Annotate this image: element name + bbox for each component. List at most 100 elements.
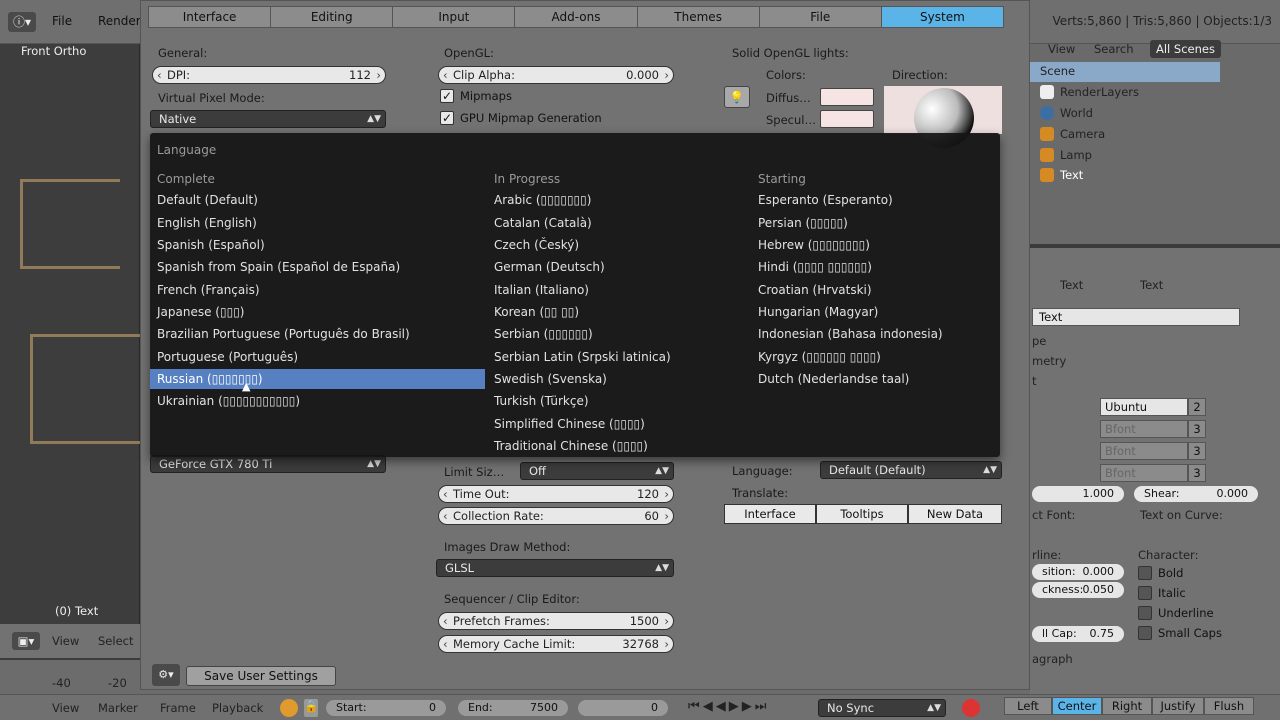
memory-cache-field[interactable]: Memory Cache Limit: 32768	[438, 635, 674, 653]
viewport-view-menu[interactable]: View	[52, 634, 79, 648]
props-breadcrumb-2[interactable]: Text	[1140, 278, 1163, 292]
collection-rate-field[interactable]: Collection Rate: 60	[438, 507, 674, 525]
size-field[interactable]: 1.000	[1032, 486, 1124, 502]
text-datablock-field[interactable]: Text	[1032, 308, 1240, 326]
outliner-item-text[interactable]: Text	[1040, 168, 1083, 182]
language-option[interactable]: Kyrgyz (▯▯▯▯▯▯ ▯▯▯▯)	[751, 347, 996, 367]
language-option[interactable]: French (Français)	[150, 280, 485, 300]
language-option[interactable]: Croatian (Hrvatski)	[751, 280, 996, 300]
tab-file[interactable]: File	[758, 6, 881, 28]
language-option[interactable]: Italian (Italiano)	[487, 280, 749, 300]
prefetch-frames-field[interactable]: Prefetch Frames: 1500	[438, 612, 674, 630]
specular-color-swatch[interactable]	[820, 110, 874, 128]
timeline-playback-menu[interactable]: Playback	[212, 701, 263, 715]
language-option[interactable]: Catalan (Català)	[487, 213, 749, 233]
gpu-mipmap-checkbox[interactable]: ✓ GPU Mipmap Generation	[440, 111, 602, 125]
language-option[interactable]: Hebrew (▯▯▯▯▯▯▯▯)	[751, 235, 996, 255]
language-option[interactable]: Spanish from Spain (Español de España)	[150, 257, 485, 277]
language-option[interactable]: Arabic (▯▯▯▯▯▯▯)	[487, 190, 749, 210]
outliner-search-menu[interactable]: Search	[1094, 42, 1134, 56]
language-option[interactable]: Czech (Český)	[487, 235, 749, 255]
paragraph-panel[interactable]: agraph	[1032, 652, 1073, 666]
language-option[interactable]: Indonesian (Bahasa indonesia)	[751, 324, 996, 344]
file-menu[interactable]: File	[52, 14, 72, 28]
timeline-frame-menu[interactable]: Frame	[160, 701, 196, 715]
sync-mode-dropdown[interactable]: No Sync ▲▼	[818, 699, 946, 717]
props-breadcrumb-1[interactable]: Text	[1060, 278, 1083, 292]
outliner-item-renderlayers[interactable]: RenderLayers	[1040, 85, 1139, 99]
language-option-selected[interactable]: Russian (▯▯▯▯▯▯▯)	[150, 369, 485, 389]
language-option[interactable]: Ukrainian (▯▯▯▯▯▯▯▯▯▯▯)	[150, 391, 485, 411]
playback-controls[interactable]: ⏮◀◀▶▶⏭	[688, 699, 769, 714]
current-frame-field[interactable]: 0	[578, 700, 668, 716]
language-option[interactable]: Hindi (▯▯▯▯ ▯▯▯▯▯▯)	[751, 257, 996, 277]
underline-position-field[interactable]: sition: 0.000	[1032, 564, 1124, 580]
language-option[interactable]: Hungarian (Magyar)	[751, 302, 996, 322]
language-option[interactable]: Traditional Chinese (▯▯▯▯)	[487, 436, 749, 456]
viewport-select-menu[interactable]: Select	[98, 634, 133, 648]
outliner-view-menu[interactable]: View	[1048, 42, 1075, 56]
align-flush-button[interactable]: Flush	[1204, 697, 1254, 715]
translate-interface-button[interactable]: Interface	[724, 504, 816, 524]
language-option[interactable]: Simplified Chinese (▯▯▯▯)	[487, 414, 749, 434]
language-option[interactable]: Serbian (▯▯▯▯▯▯)	[487, 324, 749, 344]
bold-checkbox[interactable]: Bold	[1138, 566, 1183, 580]
timeline-view-menu[interactable]: View	[52, 701, 79, 715]
align-right-button[interactable]: Right	[1102, 697, 1152, 715]
small-caps-scale-field[interactable]: ll Cap: 0.75	[1032, 626, 1124, 642]
language-option[interactable]: English (English)	[150, 213, 485, 233]
language-option[interactable]: German (Deutsch)	[487, 257, 749, 277]
panel-shape[interactable]: pe	[1032, 334, 1046, 348]
tab-editing[interactable]: Editing	[270, 6, 393, 28]
tab-themes[interactable]: Themes	[636, 6, 759, 28]
align-center-button[interactable]: Center	[1052, 697, 1102, 715]
tab-input[interactable]: Input	[392, 6, 515, 28]
italic-checkbox[interactable]: Italic	[1138, 586, 1186, 600]
outliner-item-scene[interactable]: Scene	[1040, 64, 1075, 78]
save-user-settings-button[interactable]: Save User Settings	[186, 666, 336, 686]
language-option[interactable]: Esperanto (Esperanto)	[751, 190, 996, 210]
align-left-button[interactable]: Left	[1004, 697, 1052, 715]
language-option[interactable]: Brazilian Portuguese (Português do Brasi…	[150, 324, 485, 344]
keying-set-icon[interactable]	[280, 699, 298, 717]
language-option[interactable]: Serbian Latin (Srpski latinica)	[487, 347, 749, 367]
images-draw-dropdown[interactable]: GLSL ▲▼	[436, 559, 674, 577]
font-bold-italic[interactable]: Bfont	[1100, 464, 1188, 482]
tab-addons[interactable]: Add-ons	[514, 6, 637, 28]
diffuse-color-swatch[interactable]	[820, 88, 874, 106]
limit-size-dropdown[interactable]: Off ▲▼	[520, 462, 674, 480]
3d-viewport[interactable]: Front Ortho (0) Text	[0, 44, 140, 624]
language-option[interactable]: Japanese (▯▯▯)	[150, 302, 485, 322]
tab-interface[interactable]: Interface	[148, 6, 271, 28]
timeline-marker-menu[interactable]: Marker	[98, 701, 138, 715]
outliner-item-world[interactable]: World	[1040, 106, 1093, 120]
render-menu[interactable]: Render	[98, 14, 141, 28]
panel-geometry[interactable]: metry	[1032, 354, 1066, 368]
language-option[interactable]: Turkish (Türkçe)	[487, 391, 749, 411]
language-option[interactable]: Korean (▯▯ ▯▯)	[487, 302, 749, 322]
lock-icon[interactable]: 🔒	[304, 699, 318, 717]
compute-device-dropdown[interactable]: GeForce GTX 780 Ti ▲▼	[150, 455, 386, 473]
font-bold[interactable]: Bfont	[1100, 420, 1188, 438]
clip-alpha-field[interactable]: Clip Alpha: 0.000	[438, 66, 674, 84]
language-option[interactable]: Default (Default)	[150, 190, 485, 210]
light-direction-widget[interactable]	[884, 86, 1002, 148]
record-icon[interactable]	[962, 699, 980, 717]
language-dropdown[interactable]: Default (Default) ▲▼	[820, 461, 1002, 479]
language-option[interactable]: Persian (▯▯▯▯▯)	[751, 213, 996, 233]
mipmaps-checkbox[interactable]: ✓ Mipmaps	[440, 89, 512, 103]
outliner-filter[interactable]: All Scenes	[1150, 40, 1221, 58]
underline-thickness-field[interactable]: ckness: 0.050	[1032, 582, 1124, 598]
language-option[interactable]: Portuguese (Português)	[150, 347, 485, 367]
info-editor-icon[interactable]: ⓘ▾	[8, 12, 36, 32]
outliner-item-lamp[interactable]: Lamp	[1040, 148, 1092, 162]
dpi-field[interactable]: DPI: 112	[152, 66, 386, 84]
light-bulb-icon[interactable]: 💡	[724, 86, 750, 108]
tab-system[interactable]: System	[880, 6, 1004, 28]
translate-tooltips-button[interactable]: Tooltips	[816, 504, 908, 524]
end-frame-field[interactable]: End: 7500	[458, 700, 568, 716]
small-caps-checkbox[interactable]: Small Caps	[1138, 626, 1222, 640]
font-regular[interactable]: Ubuntu	[1100, 398, 1188, 416]
outliner-item-camera[interactable]: Camera	[1040, 127, 1105, 141]
translate-new-data-button[interactable]: New Data	[908, 504, 1002, 524]
